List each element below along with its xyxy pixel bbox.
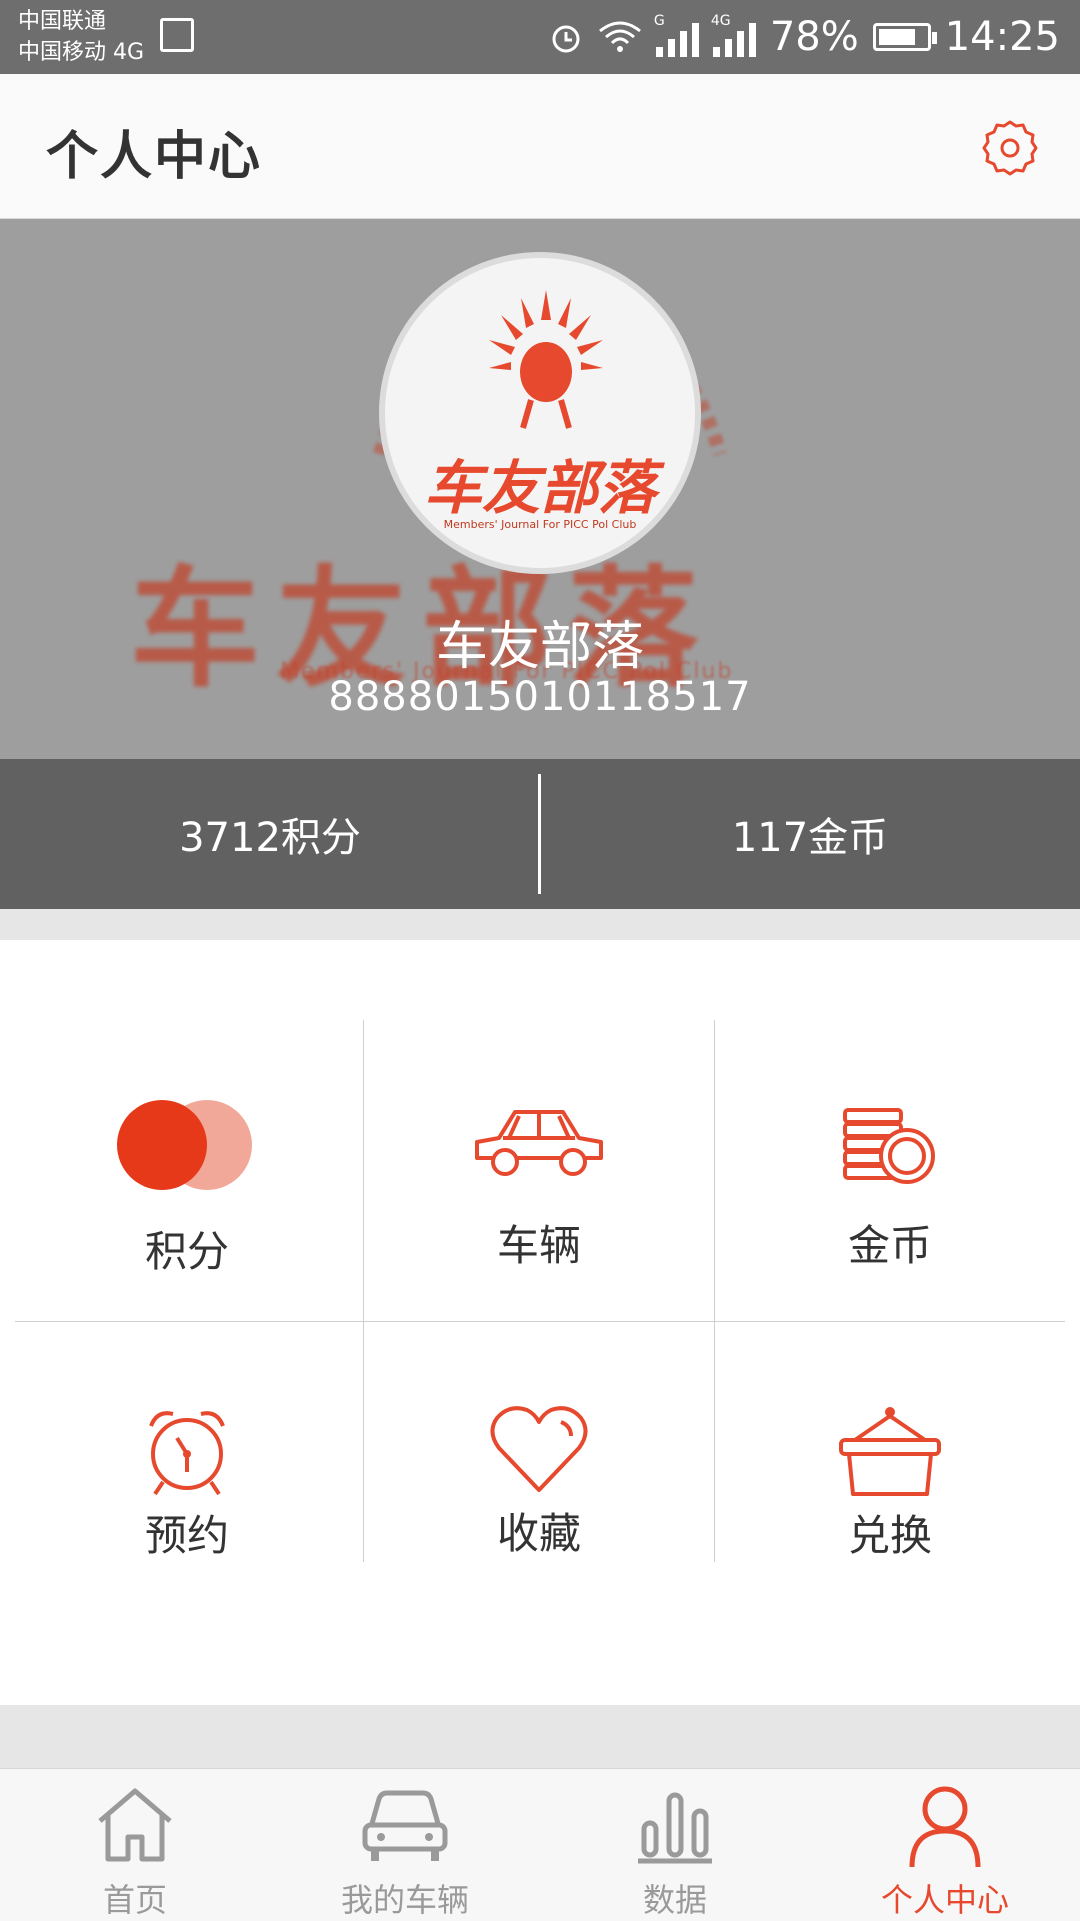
member-id: 8888015010118517 <box>328 674 752 720</box>
headdress-icon <box>489 290 603 429</box>
menu-item-favorites[interactable]: 收藏 <box>364 1322 714 1622</box>
menu-item-label: 积分 <box>144 1227 229 1276</box>
signal-sim2-icon: 4G <box>711 13 756 57</box>
coins-icon <box>715 1100 1065 1200</box>
battery-icon <box>872 23 937 51</box>
wifi-icon <box>598 19 642 55</box>
menu-item-label: 收藏 <box>496 1509 581 1558</box>
page-title: 个人中心 <box>46 127 263 187</box>
tab-home[interactable]: 首页 <box>0 1769 270 1921</box>
signal-sim1-icon: G <box>654 13 699 57</box>
battery-percent: 78% <box>769 14 859 60</box>
sim2-network-label: 4G <box>710 13 731 29</box>
tab-my-vehicles[interactable]: 我的车辆 <box>270 1769 540 1921</box>
bar-chart-icon <box>540 1781 810 1871</box>
avatar[interactable]: 车友部落 Members' Journal For PICC Pol Club <box>379 252 701 574</box>
heart-icon <box>364 1402 714 1502</box>
bottom-tab-bar: 首页 我的车辆 数据 个人中心 <box>0 1768 1080 1921</box>
tab-label: 数据 <box>642 1881 707 1919</box>
carrier-2: 中国移动 4G <box>18 40 145 65</box>
menu-item-label: 兑换 <box>847 1511 932 1560</box>
car-icon <box>270 1781 540 1871</box>
app-bar: 个人中心 <box>0 74 1080 219</box>
avatar-brand-subtitle: Members' Journal For PICC Pol Club <box>443 518 637 531</box>
stats-bar: 3712积分 117金币 <box>0 759 1080 909</box>
menu-grid: 积分 车辆 金币 预约 收藏 兑换 <box>0 940 1080 1705</box>
menu-item-exchange[interactable]: 兑换 <box>715 1322 1065 1622</box>
menu-item-appointment[interactable]: 预约 <box>12 1322 362 1622</box>
tab-data[interactable]: 数据 <box>540 1769 810 1921</box>
clock: 14:25 <box>944 14 1060 60</box>
gear-icon[interactable] <box>978 116 1042 180</box>
menu-item-label: 金币 <box>847 1221 932 1270</box>
status-bar: 中国联通 中国移动 4G G 4G 78% 14:25 <box>0 0 1080 74</box>
carrier-info: 中国联通 中国移动 4G <box>18 6 144 68</box>
tab-label: 我的车辆 <box>340 1881 469 1919</box>
points-circles-icon <box>12 1100 362 1200</box>
home-icon <box>0 1781 270 1871</box>
alarm-icon <box>548 19 584 55</box>
points-stat[interactable]: 3712积分 <box>0 759 540 909</box>
user-name: 车友部落 <box>435 617 644 677</box>
coins-stat[interactable]: 117金币 <box>540 759 1080 909</box>
menu-item-label: 预约 <box>144 1511 229 1560</box>
menu-item-coins[interactable]: 金币 <box>715 1020 1065 1320</box>
menu-item-vehicles[interactable]: 车辆 <box>364 1020 714 1320</box>
tab-label: 首页 <box>102 1881 167 1919</box>
menu-item-points[interactable]: 积分 <box>12 1020 362 1320</box>
carrier-1: 中国联通 <box>18 9 107 34</box>
sim1-network-label: G <box>653 13 665 29</box>
tab-label: 个人中心 <box>880 1881 1009 1919</box>
image-notification-icon <box>160 18 194 52</box>
car-icon <box>364 1100 714 1200</box>
avatar-brand-text: 车友部落 <box>423 454 656 522</box>
alarm-clock-icon <box>12 1402 362 1502</box>
person-icon <box>810 1781 1080 1871</box>
profile-header: 车友部落 Members' Journal For PICC Pol Club … <box>0 219 1080 759</box>
menu-item-label: 车辆 <box>496 1221 581 1270</box>
tab-profile[interactable]: 个人中心 <box>810 1769 1080 1921</box>
basket-icon <box>715 1402 1065 1502</box>
